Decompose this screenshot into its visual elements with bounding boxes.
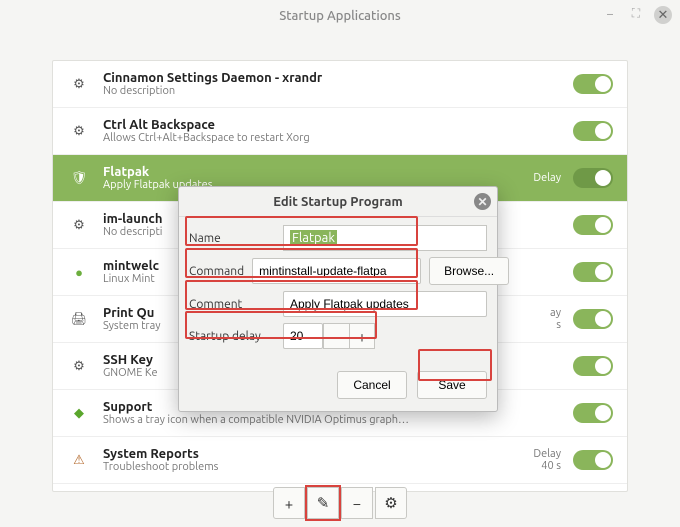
item-desc: Allows Ctrl+Alt+Backspace to restart Xor… bbox=[103, 132, 507, 144]
enable-toggle[interactable] bbox=[573, 403, 613, 423]
save-button[interactable]: Save bbox=[417, 371, 487, 399]
dialog-actions: Cancel Save bbox=[189, 371, 487, 399]
warn-icon: ⚠ bbox=[67, 448, 91, 472]
dialog-title: Edit Startup Program bbox=[273, 195, 402, 209]
label-name: Name bbox=[189, 232, 275, 245]
gears-icon: ⚙ bbox=[67, 72, 91, 96]
gears-icon: ⚙ bbox=[67, 354, 91, 378]
gears-icon: ⚙ bbox=[67, 213, 91, 237]
enable-toggle[interactable] bbox=[573, 356, 613, 376]
list-item[interactable]: ⚙ Ctrl Alt BackspaceAllows Ctrl+Alt+Backs… bbox=[53, 108, 627, 155]
item-text: Cinnamon Settings Daemon - xrandrNo desc… bbox=[103, 71, 507, 97]
item-text: System ReportsTroubleshoot problems bbox=[103, 447, 507, 473]
item-text: Ctrl Alt BackspaceAllows Ctrl+Alt+Backsp… bbox=[103, 118, 507, 144]
cancel-button[interactable]: Cancel bbox=[337, 371, 407, 399]
enable-toggle[interactable] bbox=[573, 168, 613, 188]
row-comment: Comment bbox=[189, 291, 487, 317]
gears-icon: ⚙ bbox=[67, 119, 91, 143]
command-input[interactable] bbox=[252, 258, 421, 284]
item-desc: No description bbox=[103, 85, 507, 97]
delay-plus-button[interactable]: + bbox=[349, 323, 375, 349]
maximize-button[interactable]: ⛶ bbox=[628, 6, 644, 22]
name-input-value: Flatpak bbox=[290, 230, 337, 246]
item-name: Ctrl Alt Backspace bbox=[103, 118, 507, 132]
label-delay: Startup delay bbox=[189, 330, 275, 343]
item-name: System Reports bbox=[103, 447, 507, 461]
minimize-button[interactable]: – bbox=[602, 6, 618, 22]
enable-toggle[interactable] bbox=[573, 309, 613, 329]
edit-button[interactable]: ✎ bbox=[307, 487, 339, 519]
label-command: Command bbox=[189, 265, 244, 278]
delay-minus-button[interactable]: − bbox=[323, 323, 349, 349]
enable-toggle[interactable] bbox=[573, 74, 613, 94]
printer-icon: 🖨 bbox=[67, 307, 91, 331]
item-delay: Delay40 s bbox=[519, 448, 561, 472]
row-command: Command Browse... bbox=[189, 257, 487, 285]
comment-input[interactable] bbox=[283, 291, 487, 317]
row-name: Name Flatpak bbox=[189, 225, 487, 251]
item-name: Cinnamon Settings Daemon - xrandr bbox=[103, 71, 507, 85]
window-titlebar: Startup Applications – ⛶ ✕ bbox=[0, 0, 680, 32]
item-desc: Shows a tray icon when a compatible NVID… bbox=[103, 414, 507, 426]
nvidia-icon: ◆ bbox=[67, 401, 91, 425]
list-item[interactable]: ⚙ Cinnamon Settings Daemon - xrandrNo des… bbox=[53, 61, 627, 108]
delay-spinner: − + bbox=[283, 323, 375, 349]
enable-toggle[interactable] bbox=[573, 450, 613, 470]
bottom-toolbar: + ✎ − ⚙ bbox=[0, 487, 680, 519]
item-desc: Troubleshoot problems bbox=[103, 461, 507, 473]
name-input[interactable]: Flatpak bbox=[283, 225, 487, 251]
item-delay: Delay bbox=[519, 172, 561, 184]
list-item[interactable]: ⚠ System ReportsTroubleshoot problems Dela… bbox=[53, 437, 627, 484]
enable-toggle[interactable] bbox=[573, 262, 613, 282]
settings-button[interactable]: ⚙ bbox=[375, 487, 407, 519]
add-button[interactable]: + bbox=[273, 487, 305, 519]
mint-icon: ● bbox=[67, 260, 91, 284]
shield-icon: 🛡 bbox=[67, 166, 91, 190]
enable-toggle[interactable] bbox=[573, 121, 613, 141]
window-title: Startup Applications bbox=[279, 9, 401, 23]
delay-input[interactable] bbox=[283, 323, 323, 349]
item-name: Flatpak bbox=[103, 165, 507, 179]
row-delay: Startup delay − + bbox=[189, 323, 487, 349]
enable-toggle[interactable] bbox=[573, 215, 613, 235]
browse-button[interactable]: Browse... bbox=[429, 257, 509, 285]
edit-startup-dialog: Edit Startup Program ✕ Name Flatpak Comm… bbox=[178, 186, 498, 412]
close-button[interactable]: ✕ bbox=[654, 6, 672, 24]
dialog-body: Name Flatpak Command Browse... Comment S… bbox=[179, 217, 497, 411]
item-delay: ays bbox=[519, 307, 561, 331]
dialog-titlebar: Edit Startup Program ✕ bbox=[179, 187, 497, 217]
dialog-close-icon[interactable]: ✕ bbox=[474, 193, 491, 210]
remove-button[interactable]: − bbox=[341, 487, 373, 519]
label-comment: Comment bbox=[189, 298, 275, 311]
